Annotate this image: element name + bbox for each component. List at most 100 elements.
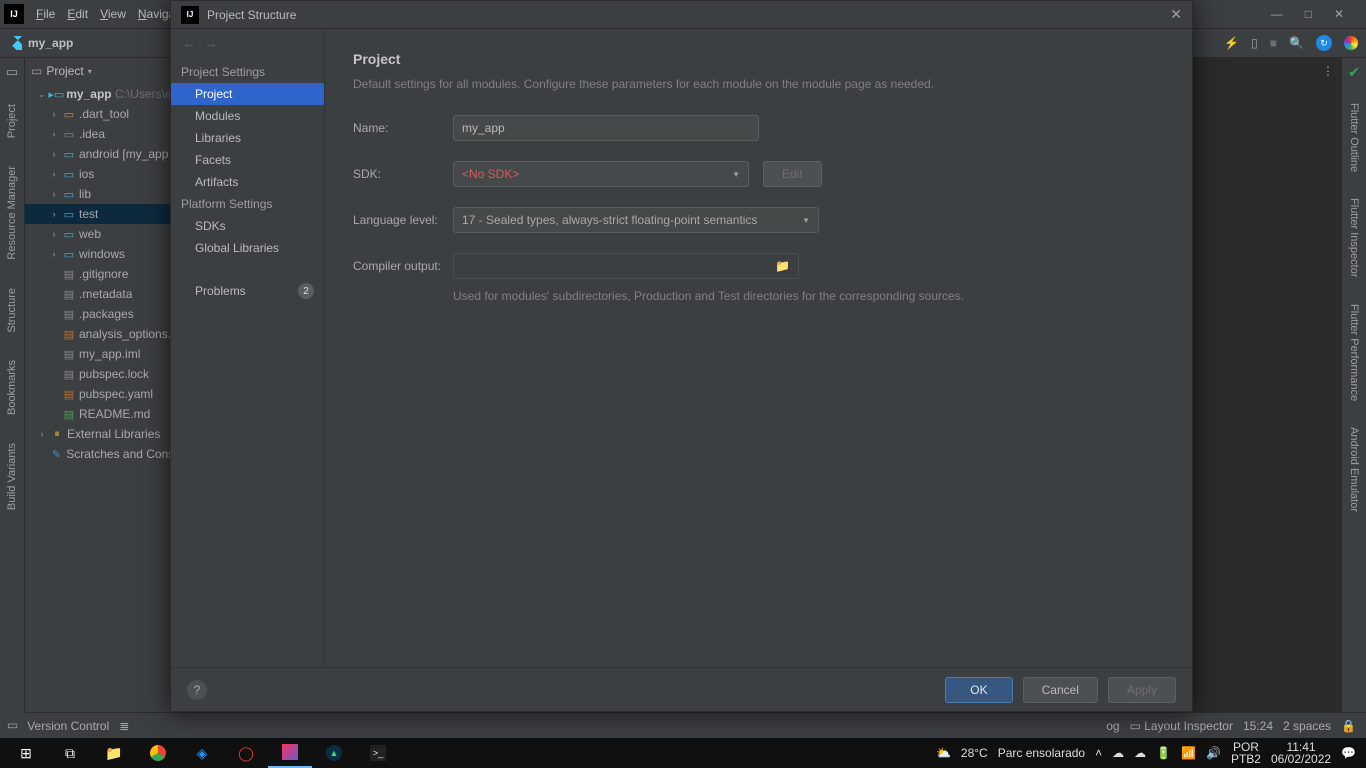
tray-volume-icon[interactable]: 🔊 [1206,746,1221,760]
tab-structure[interactable]: Structure [6,284,18,337]
nav-back-icon[interactable]: ← [183,36,195,50]
check-icon[interactable]: ✔ [1348,64,1360,81]
tree-item[interactable]: ▤my_app.iml [25,344,171,364]
window-maximize[interactable]: □ [1305,7,1312,21]
tree-item[interactable]: ▤README.md [25,404,171,424]
tray-wifi-icon[interactable]: 📶 [1181,746,1196,760]
tree-item[interactable]: ›▭web [25,224,171,244]
tree-item[interactable]: ▤pubspec.yaml [25,384,171,404]
caret-position[interactable]: 15:24 [1243,719,1273,733]
tab-flutter-inspector[interactable]: Flutter Inspector [1348,194,1360,281]
tab-bookmarks[interactable]: Bookmarks [6,356,18,419]
cancel-button[interactable]: Cancel [1023,677,1098,703]
tree-item[interactable]: ›▭windows [25,244,171,264]
tray-notifications-icon[interactable]: 💬 [1341,746,1356,760]
tree-item[interactable]: ›▭lib [25,184,171,204]
lock-icon[interactable]: 🔒 [1341,719,1356,733]
tree-item[interactable]: ▤.packages [25,304,171,324]
phone-icon[interactable]: ▯ [1251,36,1258,50]
nav-item[interactable]: Modules [171,105,324,127]
version-control[interactable]: Version Control [27,719,109,733]
right-sidebar-tabs: ✔ Flutter Outline Flutter Inspector Flut… [1341,58,1366,712]
name-label: Name: [353,121,453,135]
project-name-input[interactable]: my_app [453,115,759,141]
nav-item[interactable]: Artifacts [171,171,324,193]
log-truncated[interactable]: og [1106,719,1119,733]
nav-item[interactable]: Facets [171,149,324,171]
dialog-nav: Project SettingsProjectModulesLibrariesF… [171,57,324,667]
help-button[interactable]: ? [187,680,207,700]
file-explorer[interactable]: 📁 [92,738,136,768]
profiler-icon[interactable] [1344,36,1358,50]
nav-item[interactable]: Project [171,83,324,105]
tab-project[interactable]: Project [6,100,18,142]
tree-item[interactable]: ▤.metadata [25,284,171,304]
folder-icon[interactable]: 📁 [775,259,790,273]
nav-item[interactable]: SDKs [171,215,324,237]
compiler-output-input[interactable]: 📁 [453,253,799,279]
list-icon[interactable]: ≣ [119,719,129,733]
folder-icon[interactable]: ▭ [6,64,18,80]
intellij-app[interactable] [268,738,312,768]
more-icon[interactable]: ⋮ [1322,64,1335,78]
android-studio-app[interactable]: ▲ [312,738,356,768]
tool-window-toggle[interactable]: ▭ [0,712,25,738]
app-ring[interactable]: ◯ [224,738,268,768]
bolt-icon[interactable]: ⚡ [1224,36,1239,50]
tree-item[interactable]: ›▭test [25,204,171,224]
tree-item[interactable]: ›▭ios [25,164,171,184]
tab-resource-manager[interactable]: Resource Manager [6,162,18,264]
task-view[interactable]: ⧉ [48,738,92,768]
menu-edit[interactable]: Edit [61,7,94,21]
tree-item[interactable]: ›▭android [my_app [25,144,171,164]
indent-info[interactable]: 2 spaces [1283,719,1331,733]
tray-battery-icon[interactable]: 🔋 [1156,746,1171,760]
tab-android-emulator[interactable]: Android Emulator [1348,423,1360,516]
tab-build-variants[interactable]: Build Variants [6,439,18,514]
nav-item[interactable]: Libraries [171,127,324,149]
tray-cloud-icon[interactable]: ☁ [1112,746,1124,760]
tray-clock[interactable]: 11:4106/02/2022 [1271,741,1331,765]
breadcrumb-project[interactable]: my_app [28,36,73,50]
window-minimize[interactable]: — [1271,7,1283,21]
window-close[interactable]: ✕ [1334,7,1344,21]
dialog-close-button[interactable]: ✕ [1170,6,1182,23]
tray-chevron-up-icon[interactable]: ˄ [1095,746,1102,760]
sync-icon[interactable]: ↻ [1316,35,1332,51]
chrome[interactable] [136,738,180,768]
apply-button[interactable]: Apply [1108,677,1176,703]
status-bar: ᛘ Version Control ≣ og ▭ Layout Inspecto… [0,712,1366,738]
stop-icon[interactable]: ■ [1270,36,1277,50]
sdk-dropdown[interactable]: <No SDK>▼ [453,161,749,187]
start-button[interactable]: ⊞ [4,738,48,768]
tree-item[interactable]: ›⏸External Libraries [25,424,171,444]
layout-inspector[interactable]: ▭ Layout Inspector [1130,719,1233,733]
sdk-edit-button[interactable]: Edit [763,161,822,187]
ok-button[interactable]: OK [945,677,1012,703]
nav-item[interactable]: Global Libraries [171,237,324,259]
language-level-dropdown[interactable]: 17 - Sealed types, always-strict floatin… [453,207,819,233]
weather-icon[interactable]: ⛅ [936,746,951,760]
tree-item[interactable]: ▤analysis_options. [25,324,171,344]
tree-item[interactable]: ›▭.dart_tool [25,104,171,124]
tree-item[interactable]: ▤.gitignore [25,264,171,284]
project-tree[interactable]: ⌄▸▭my_app C:\Users\en›▭.dart_tool›▭.idea… [25,84,171,712]
tree-item[interactable]: ⌄▸▭my_app C:\Users\en [25,84,171,104]
menu-file[interactable]: File [30,7,61,21]
folder-icon: ▭ [31,64,42,78]
tray-onedrive-icon[interactable]: ☁ [1134,746,1146,760]
tab-flutter-performance[interactable]: Flutter Performance [1348,300,1360,405]
tray-lang[interactable]: PORPTB2 [1231,741,1261,765]
nav-item-problems[interactable]: Problems2 [171,279,324,303]
tree-item[interactable]: ✎Scratches and Cons [25,444,171,464]
nav-forward-icon[interactable]: → [205,36,217,50]
search-icon[interactable]: 🔍 [1289,36,1304,50]
tree-item[interactable]: ▤pubspec.lock [25,364,171,384]
tab-flutter-outline[interactable]: Flutter Outline [1348,99,1360,176]
menu-view[interactable]: View [94,7,132,21]
tree-item[interactable]: ›▭.idea [25,124,171,144]
chevron-down-icon[interactable]: ▾ [88,67,92,76]
project-panel-title[interactable]: Project [46,64,83,78]
app-cube[interactable]: ◈ [180,738,224,768]
terminal-app[interactable]: >_ [356,738,400,768]
